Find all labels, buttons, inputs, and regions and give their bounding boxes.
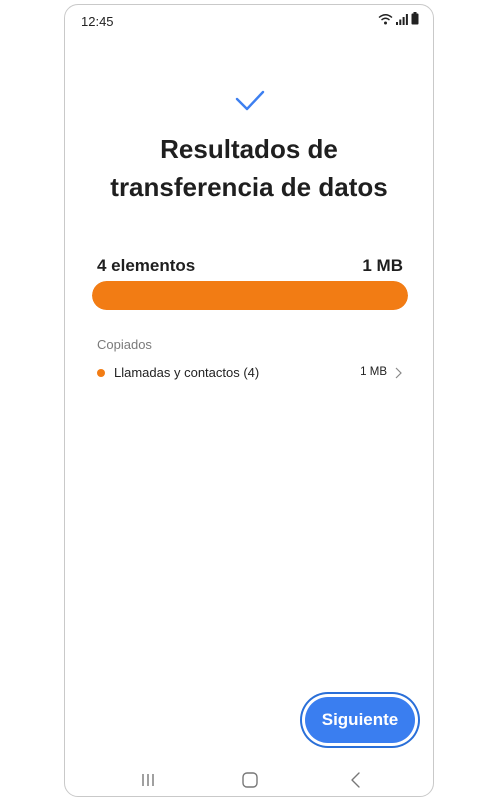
- next-button[interactable]: Siguiente: [305, 697, 415, 743]
- recents-icon[interactable]: [136, 769, 160, 791]
- transfer-summary: 4 elementos 1 MB: [97, 256, 403, 278]
- status-bar: 12:45: [65, 5, 433, 35]
- home-icon[interactable]: [238, 769, 262, 791]
- item-label: Llamadas y contactos (4): [114, 365, 260, 380]
- progress-bar: [92, 281, 408, 310]
- list-item-calls-contacts[interactable]: Llamadas y contactos (4) 1 MB: [92, 361, 405, 385]
- item-count: 4 elementos: [97, 256, 196, 275]
- back-icon[interactable]: [344, 769, 368, 791]
- page-title: Resultados de transferencia de datos: [65, 130, 433, 206]
- phone-screen: 12:45 Resultados de transferencia de dat: [64, 4, 434, 797]
- title-line-2: transferencia de datos: [110, 172, 388, 202]
- wifi-icon: [378, 13, 393, 24]
- progress-fill: [92, 281, 408, 310]
- title-line-1: Resultados de: [160, 134, 338, 164]
- chevron-right-icon: [395, 367, 402, 379]
- signal-icon: [396, 13, 408, 25]
- navigation-bar: [65, 765, 433, 795]
- category-dot: [97, 369, 105, 377]
- item-size: 1 MB: [360, 366, 387, 378]
- section-label-copied: Copiados: [97, 337, 152, 352]
- checkmark-icon: [235, 90, 265, 111]
- status-time: 12:45: [81, 14, 114, 29]
- total-size: 1 MB: [362, 256, 403, 275]
- status-icons: [378, 12, 419, 25]
- battery-icon: [411, 12, 419, 25]
